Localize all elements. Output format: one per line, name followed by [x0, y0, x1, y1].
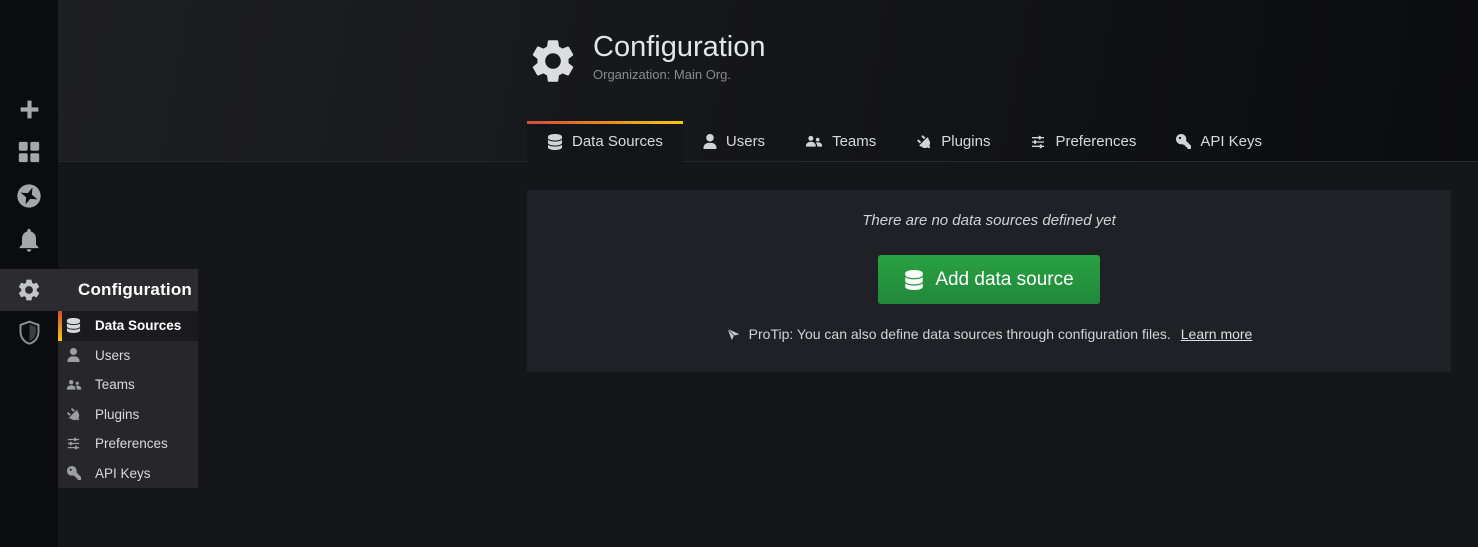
- tab-label: Data Sources: [572, 133, 663, 150]
- tab-teams[interactable]: Teams: [785, 121, 896, 162]
- tab-api-keys[interactable]: API Keys: [1156, 121, 1282, 162]
- tab-label: Plugins: [941, 133, 990, 150]
- flyout-item-teams[interactable]: Teams: [58, 370, 198, 400]
- configuration-flyout-menu: Data Sources Users Teams Plugins Prefere…: [58, 311, 198, 488]
- tab-label: Users: [726, 133, 765, 150]
- grafana-logo[interactable]: [0, 5, 58, 41]
- flyout-item-preferences[interactable]: Preferences: [58, 429, 198, 459]
- server-admin-shield-icon[interactable]: [0, 319, 58, 346]
- flyout-item-label: Data Sources: [95, 318, 181, 333]
- user-icon: [703, 134, 717, 149]
- main-area: Configuration Organization: Main Org. Da…: [58, 0, 1478, 547]
- flyout-item-api-keys[interactable]: API Keys: [58, 459, 198, 489]
- flyout-item-label: Teams: [95, 377, 135, 392]
- tab-users[interactable]: Users: [683, 121, 785, 162]
- database-icon: [547, 134, 563, 150]
- user-icon: [65, 348, 82, 362]
- page-content: There are no data sources defined yet Ad…: [58, 162, 1478, 372]
- flyout-item-label: API Keys: [95, 466, 151, 481]
- tab-label: Teams: [832, 133, 876, 150]
- tab-preferences[interactable]: Preferences: [1010, 121, 1156, 162]
- database-icon: [904, 270, 924, 290]
- alerting-bell-icon[interactable]: [0, 226, 58, 254]
- plug-icon: [65, 407, 82, 422]
- sliders-icon: [65, 436, 82, 451]
- add-button-label: Add data source: [935, 269, 1073, 291]
- gear-icon: [0, 277, 58, 303]
- tab-data-sources[interactable]: Data Sources: [527, 121, 683, 162]
- flyout-title: Configuration: [78, 280, 192, 300]
- flyout-item-users[interactable]: Users: [58, 341, 198, 371]
- flyout-item-label: Preferences: [95, 436, 168, 451]
- rocket-icon: [726, 327, 741, 342]
- create-icon[interactable]: [0, 97, 58, 122]
- database-icon: [65, 318, 82, 333]
- plug-icon: [916, 134, 932, 150]
- tab-label: API Keys: [1200, 133, 1262, 150]
- tab-label: Preferences: [1055, 133, 1136, 150]
- page-header: Configuration Organization: Main Org. Da…: [58, 0, 1478, 162]
- protip-text: ProTip: You can also define data sources…: [749, 326, 1171, 342]
- sidebar-item-configuration[interactable]: Configuration: [0, 269, 198, 311]
- explore-compass-icon[interactable]: [0, 182, 58, 210]
- dashboards-icon[interactable]: [0, 139, 58, 165]
- data-sources-empty-panel: There are no data sources defined yet Ad…: [527, 190, 1451, 372]
- configuration-gear-icon: [527, 35, 579, 92]
- empty-state-message: There are no data sources defined yet: [862, 212, 1116, 229]
- team-icon: [65, 378, 82, 392]
- key-icon: [65, 466, 82, 480]
- flyout-item-label: Users: [95, 348, 130, 363]
- flyout-item-plugins[interactable]: Plugins: [58, 400, 198, 430]
- add-data-source-button[interactable]: Add data source: [878, 255, 1099, 304]
- page-title: Configuration: [593, 31, 766, 64]
- sliders-icon: [1030, 134, 1046, 150]
- protip-line: ProTip: You can also define data sources…: [726, 326, 1253, 342]
- config-tabs: Data Sources Users Teams Plugins Prefere…: [527, 121, 1282, 162]
- key-icon: [1176, 134, 1191, 149]
- flyout-item-label: Plugins: [95, 407, 139, 422]
- page-subtitle: Organization: Main Org.: [593, 67, 766, 82]
- flyout-item-data-sources[interactable]: Data Sources: [58, 311, 198, 341]
- learn-more-link[interactable]: Learn more: [1181, 326, 1253, 342]
- tab-plugins[interactable]: Plugins: [896, 121, 1010, 162]
- team-icon: [805, 134, 823, 149]
